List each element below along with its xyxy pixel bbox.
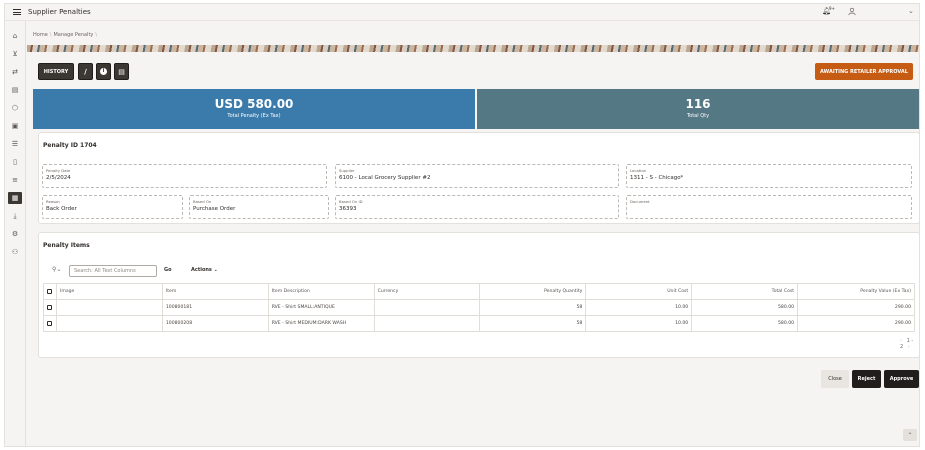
actions-menu-button[interactable]: Actions ⌄ [191, 267, 218, 273]
pagination: ‹ 1 - 2 › [900, 338, 919, 350]
image-cell [55, 315, 163, 332]
item-cell: 100800208 [161, 315, 269, 332]
info-icon: i [100, 68, 107, 75]
item-description-cell: RVE - Shirt MEDIUM:DARK WASH [267, 315, 375, 332]
column-header[interactable]: Currency [373, 283, 481, 300]
info-button[interactable]: i [96, 63, 111, 80]
column-header[interactable]: Total Cost [691, 283, 799, 300]
document-field[interactable]: Document [626, 195, 912, 219]
supplier-field[interactable]: Supplier 6100 - Local Grocery Supplier #… [335, 164, 619, 188]
breadcrumb-home[interactable]: Home [33, 32, 48, 38]
total-qty-tile: 116 Total Qty [477, 89, 919, 129]
calendar-icon[interactable]: ▤ [8, 84, 22, 96]
total-cost-cell: 580.00 [691, 299, 799, 316]
penalty-items-title: Penalty Items [43, 242, 90, 249]
app-window: Supplier Penalties 🔔︎ 9+ ⌄ ⌂ ⊻ ⇄ ▤ ⬡ ▣ ☰… [4, 3, 920, 447]
breadcrumb: Home \ Manage Penalty \ [33, 32, 98, 38]
settings-icon[interactable]: ⚙ [8, 228, 22, 240]
penalty-quantity-cell: 58 [479, 299, 587, 316]
select-all-checkbox[interactable] [47, 288, 52, 294]
total-cost-cell: 580.00 [691, 315, 799, 332]
item-cell: 100800181 [161, 299, 269, 316]
table-row[interactable]: 100800181 RVE - Shirt SMALL:ANTIQUE 58 1… [43, 299, 915, 316]
penalty-value-cell: 290.00 [797, 315, 915, 332]
box-icon[interactable]: ⬡ [8, 102, 22, 114]
app-title: Supplier Penalties [28, 8, 91, 16]
menu-icon[interactable] [13, 9, 21, 15]
page-range: 1 - 2 [900, 338, 914, 350]
penalty-items-panel: Penalty Items ⚲⌄ Search: All Text Column… [38, 232, 919, 358]
total-qty-value: 116 [685, 97, 711, 111]
document-button[interactable]: ▤ [114, 63, 129, 80]
column-header[interactable]: Item Description [267, 283, 375, 300]
table-header-row: Image Item Item Description Currency Pen… [43, 283, 915, 300]
document-icon: ▤ [118, 67, 125, 76]
penalty-icon[interactable]: ▦ [8, 192, 22, 204]
reason-field[interactable]: Reason Back Order [42, 195, 183, 219]
download-icon[interactable]: ⤓ [8, 210, 22, 222]
penalty-date-field[interactable]: Penalty Date 2/5/2024 [42, 164, 327, 188]
based-on-id-field[interactable]: Based On ID 36393 [335, 195, 619, 219]
chevron-down-icon[interactable]: ⌄ [908, 7, 914, 15]
penalty-details-panel: Penalty ID 1704 Penalty Date 2/5/2024 Su… [38, 132, 919, 224]
currency-cell [373, 315, 481, 332]
notification-count: 9+ [829, 6, 835, 11]
penalty-items-table: Image Item Item Description Currency Pen… [43, 283, 915, 332]
reject-button[interactable]: Reject [852, 370, 881, 388]
approve-button[interactable]: Approve [884, 370, 919, 388]
unit-cost-cell: 10.00 [585, 299, 693, 316]
table-row[interactable]: 100800208 RVE - Shirt MEDIUM:DARK WASH 5… [43, 315, 915, 332]
chevron-up-icon[interactable]: ⌃ [903, 429, 917, 441]
status-badge[interactable]: AWAITING RETAILER APPROVAL [815, 63, 913, 80]
attachment-button[interactable]: ∕ [78, 63, 93, 80]
clipboard-icon[interactable]: ▯ [8, 156, 22, 168]
person-icon[interactable]: ⚇ [8, 246, 22, 258]
currency-cell [373, 299, 481, 316]
image-cell [55, 299, 163, 316]
total-qty-label: Total Qty [686, 113, 710, 119]
column-header[interactable]: Penalty Value (Ex Tax) [797, 283, 915, 300]
return-icon[interactable]: ⇄ [8, 66, 22, 78]
breadcrumb-current: Manage Penalty [53, 32, 94, 38]
penalty-id-title: Penalty ID 1704 [43, 142, 97, 149]
search-icon[interactable]: ⚲⌄ [52, 266, 61, 273]
user-icon[interactable] [848, 7, 856, 16]
select-all-cell [43, 283, 57, 300]
penalty-value-cell: 290.00 [797, 299, 915, 316]
next-page-icon[interactable]: › [908, 344, 910, 350]
history-button[interactable]: HISTORY [38, 63, 74, 80]
penalty-quantity-cell: 58 [479, 315, 587, 332]
report-icon[interactable]: ▣ [8, 120, 22, 132]
row-checkbox[interactable] [47, 320, 52, 326]
column-header[interactable]: Image [55, 283, 163, 300]
home-icon[interactable]: ⌂ [8, 30, 22, 42]
go-button[interactable]: Go [164, 267, 172, 273]
total-penalty-label: Total Penalty (Ex Tax) [227, 113, 281, 119]
list-icon[interactable]: ☰ [8, 138, 22, 150]
side-nav: ⌂ ⊻ ⇄ ▤ ⬡ ▣ ☰ ▯ ≡ ▦ ⤓ ⚙ ⚇ [5, 21, 26, 446]
based-on-field[interactable]: Based On Purchase Order [189, 195, 329, 219]
column-header[interactable]: Unit Cost [585, 283, 693, 300]
total-penalty-value: USD 580.00 [214, 97, 294, 111]
column-header[interactable]: Item [161, 283, 269, 300]
search-input[interactable]: Search: All Text Columns [69, 265, 157, 277]
decorative-banner [27, 45, 919, 52]
item-description-cell: RVE - Shirt SMALL:ANTIQUE [267, 299, 375, 316]
unit-cost-cell: 10.00 [585, 315, 693, 332]
location-field[interactable]: Location 1311 - S - Chicago* [626, 164, 912, 188]
column-header[interactable]: Penalty Quantity [479, 283, 587, 300]
cart-icon[interactable]: ⊻ [8, 48, 22, 60]
row-checkbox[interactable] [47, 304, 52, 310]
top-bar: Supplier Penalties 🔔︎ 9+ ⌄ [5, 4, 919, 21]
close-button[interactable]: Close [821, 370, 849, 388]
attachment-icon: ∕ [84, 67, 87, 76]
money-icon[interactable]: ≡ [8, 174, 22, 186]
total-penalty-tile: USD 580.00 Total Penalty (Ex Tax) [33, 89, 475, 129]
